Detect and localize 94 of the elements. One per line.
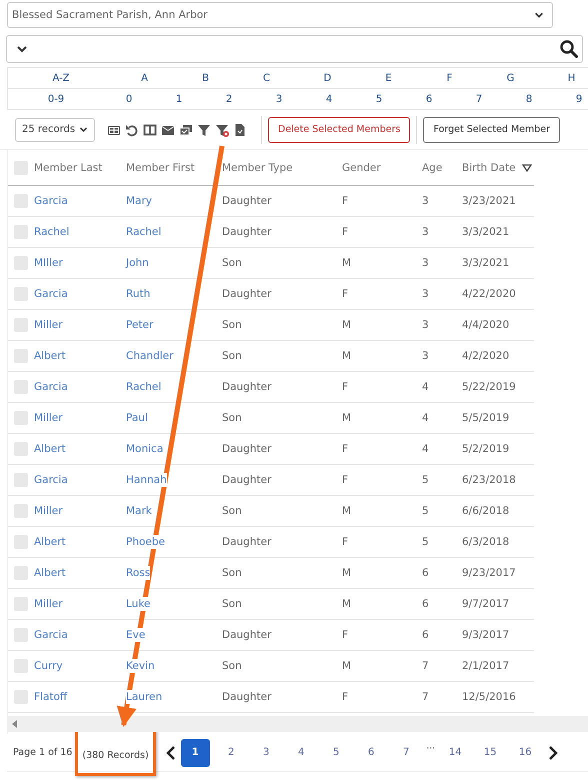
first-name-link[interactable]: Luke	[126, 597, 150, 611]
first-name-link[interactable]: Mary	[126, 194, 152, 208]
first-name-link[interactable]: Ross	[126, 566, 150, 580]
table-cell: 5/5/2019	[462, 411, 510, 425]
column-header[interactable]: Member Type	[222, 160, 293, 174]
page-link[interactable]: 3	[248, 747, 284, 758]
digit-link[interactable]: 3	[276, 94, 282, 104]
table-cell: 6/6/2018	[462, 504, 510, 518]
record-count: (380 Records)	[82, 750, 149, 761]
first-name-link[interactable]: Lauren	[126, 690, 162, 704]
letter-link[interactable]: F	[446, 72, 452, 84]
page-size-select[interactable]: 25 records	[15, 118, 95, 142]
ellipsis: ···	[425, 744, 436, 754]
digit-link[interactable]: 6	[426, 94, 432, 104]
page-link[interactable]: 6	[354, 747, 389, 758]
document-icon[interactable]	[233, 122, 247, 136]
previous-page-icon[interactable]	[166, 746, 176, 760]
forget-button[interactable]: Forget Selected Member	[423, 116, 560, 142]
digit-link[interactable]: 0-9	[48, 94, 64, 104]
table-cell: 9/7/2017	[462, 597, 510, 611]
letter-link[interactable]: G	[506, 72, 514, 84]
table-cell: 12/5/2016	[462, 690, 516, 704]
page-link[interactable]: 1	[180, 738, 210, 766]
delete-button[interactable]: Delete Selected Members	[268, 116, 410, 142]
first-name-link[interactable]: Kevin	[126, 659, 155, 673]
column-header[interactable]: Birth Date	[462, 160, 516, 174]
digit-link[interactable]: 2	[226, 94, 232, 104]
table-cell: 3/23/2021	[462, 194, 516, 208]
table-cell: 2/1/2017	[462, 659, 510, 673]
chevron-down-icon	[79, 125, 88, 134]
table-cell: Daughter	[222, 194, 272, 208]
column-header[interactable]: Member First	[126, 160, 195, 174]
search-field[interactable]	[6, 35, 583, 63]
table-cell: Daughter	[222, 287, 272, 301]
letter-link[interactable]: C	[263, 72, 270, 84]
digit-link[interactable]: 9	[576, 94, 582, 104]
scroll-left-icon[interactable]	[12, 720, 18, 728]
first-name-link[interactable]: Phoebe	[126, 535, 165, 549]
table-cell: 9/23/2017	[462, 566, 516, 580]
table-cell: 5/22/2019	[462, 380, 516, 394]
table-cell: 6/23/2018	[462, 473, 516, 487]
table-cell: 4/2/2020	[462, 349, 510, 363]
digit-link[interactable]: 8	[526, 94, 532, 104]
filter-icon[interactable]	[197, 122, 211, 136]
page-link[interactable]: 14	[438, 747, 473, 758]
letter-link[interactable]: H	[568, 72, 576, 84]
horizontal-scrollbar[interactable]	[8, 716, 588, 732]
digit-link[interactable]: 4	[326, 94, 332, 104]
letter-link[interactable]: D	[324, 72, 332, 84]
table-cell: 4/4/2020	[462, 318, 510, 332]
table-cell: 3/3/2021	[462, 256, 510, 270]
column-header[interactable]: Member Last	[34, 160, 102, 174]
cards-icon[interactable]	[179, 122, 193, 136]
table-cell: 6/3/2018	[462, 535, 510, 549]
parish-select[interactable]: Blessed Sacrament Parish, Ann Arbor	[7, 2, 553, 28]
table-cell: Daughter	[222, 442, 272, 456]
table-cell: Daughter	[222, 473, 272, 487]
table-cell: Daughter	[222, 628, 272, 642]
first-name-link[interactable]: Eve	[126, 628, 146, 642]
search-icon[interactable]	[560, 40, 578, 58]
page-summary: Page 1 of 16	[13, 747, 72, 758]
digit-link[interactable]: 1	[176, 94, 182, 104]
first-name-link[interactable]: John	[126, 256, 149, 270]
filter-clear-icon[interactable]	[215, 122, 229, 136]
table-cell: 9/3/2017	[462, 628, 510, 642]
first-name-link[interactable]: Hannah	[126, 473, 167, 487]
digit-link[interactable]: 0	[126, 94, 132, 104]
digit-link[interactable]: 7	[476, 94, 482, 104]
page-link[interactable]: 7	[388, 747, 424, 758]
chevron-down-icon	[534, 10, 544, 20]
table-cell: Daughter	[222, 225, 272, 239]
column-header[interactable]: Age	[422, 160, 442, 174]
table-cell: Daughter	[222, 535, 272, 549]
table-cell: 5/2/2019	[462, 442, 510, 456]
page-link[interactable]: 4	[284, 747, 319, 758]
sort-icon[interactable]	[522, 162, 532, 172]
next-page-icon[interactable]	[548, 746, 558, 760]
letter-link[interactable]: E	[385, 72, 392, 84]
table-cell: Daughter	[222, 380, 272, 394]
page-link[interactable]: 2	[214, 747, 249, 758]
undo-icon[interactable]	[125, 122, 139, 136]
page-link[interactable]: 15	[472, 747, 508, 758]
table-cell: Daughter	[222, 690, 272, 704]
column-header[interactable]: Gender	[342, 160, 381, 174]
letter-link[interactable]: B	[202, 72, 209, 84]
columns-icon[interactable]	[143, 122, 157, 136]
last-name-link[interactable]: Curry	[34, 659, 63, 673]
table-cell: 4/22/2020	[462, 287, 516, 301]
page-link[interactable]: 5	[318, 747, 354, 758]
page-link[interactable]: 16	[508, 747, 543, 758]
letter-link[interactable]: A-Z	[52, 72, 70, 84]
digit-link[interactable]: 5	[376, 94, 382, 104]
letter-link[interactable]: A	[141, 72, 148, 84]
table-cell: 3/3/2021	[462, 225, 510, 239]
